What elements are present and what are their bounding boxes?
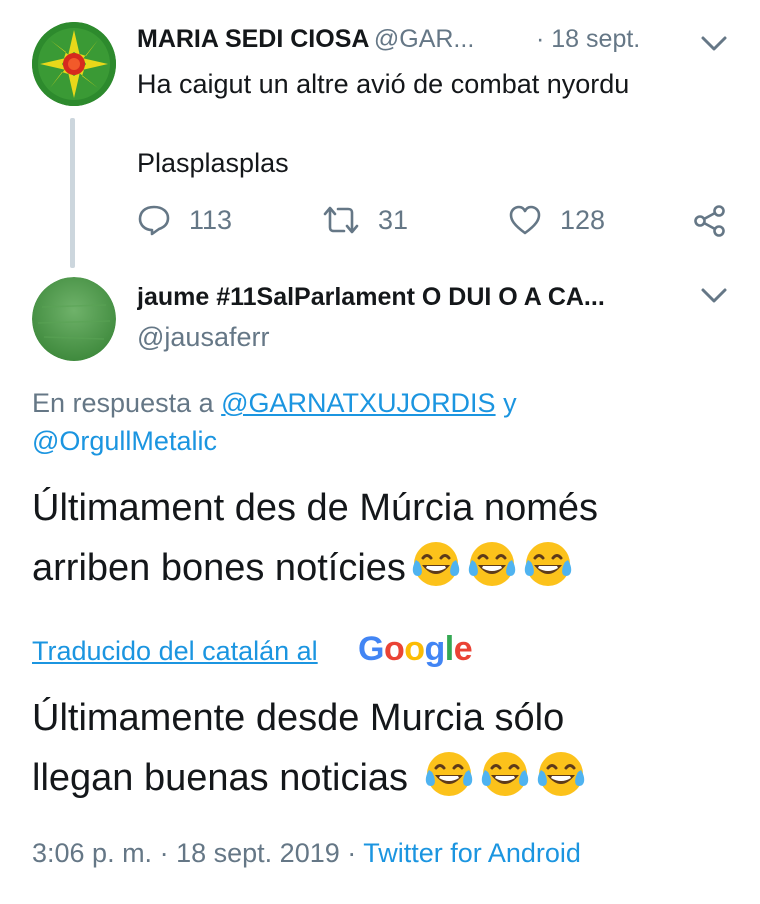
like-button[interactable]: 128 bbox=[508, 200, 605, 240]
thread-line bbox=[70, 118, 75, 268]
display-name[interactable]: MARIA SEDI CIOSA bbox=[137, 25, 369, 53]
display-name[interactable]: jaume #11SalParlament O DUI O A CA... bbox=[137, 283, 605, 311]
crying-laughing-emoji bbox=[522, 538, 574, 590]
tweet2-text-line1: Últimament des de Múrcia només bbox=[32, 487, 598, 529]
translation-line2: llegan buenas noticias bbox=[32, 757, 409, 799]
separator-dot: · bbox=[536, 25, 545, 53]
retweet-count: 31 bbox=[378, 204, 409, 235]
crying-laughing-emoji bbox=[423, 748, 475, 800]
tweet1-text-line2: Plasplasplas bbox=[137, 148, 289, 178]
tweet2-header: jaume #11SalParlament O DUI O A CA... bbox=[137, 283, 667, 312]
crying-laughing-emoji bbox=[466, 538, 518, 590]
translated-from-link[interactable]: Traducido del catalán al bbox=[32, 636, 318, 666]
chevron-down-icon[interactable] bbox=[697, 285, 731, 307]
crying-laughing-emoji bbox=[479, 748, 531, 800]
crying-laughing-emoji bbox=[535, 748, 587, 800]
tweet1-header: MARIA SEDI CIOSA @GAR... bbox=[137, 25, 557, 59]
like-icon bbox=[509, 205, 541, 235]
tweet-time: 3:06 p. m. bbox=[32, 838, 153, 868]
user-handle[interactable]: @jausaferr bbox=[137, 322, 269, 353]
avatar-image bbox=[32, 277, 116, 361]
tweet-full-date: 18 sept. 2019 bbox=[176, 838, 340, 868]
mention-link-garnatxujordis[interactable]: @GARNATXUJORDIS bbox=[221, 388, 495, 418]
client-link[interactable]: Twitter for Android bbox=[363, 838, 581, 868]
google-logo: Google bbox=[358, 630, 473, 668]
reply-prefix: En respuesta a bbox=[32, 388, 214, 418]
reply-button[interactable]: 113 bbox=[137, 200, 232, 240]
reply-icon bbox=[138, 205, 170, 236]
chevron-down-icon[interactable] bbox=[697, 33, 731, 55]
share-icon[interactable] bbox=[692, 203, 728, 239]
emoji-group bbox=[406, 542, 574, 589]
tweet2-text: Últimament des de Múrcia només arriben b… bbox=[32, 478, 598, 598]
user-handle[interactable]: @GAR... bbox=[374, 25, 474, 53]
translation-label: Traducido del catalán al bbox=[32, 636, 318, 667]
tweet1-text-line1: Ha caigut un altre avió de combat nyordu bbox=[137, 69, 630, 99]
tweet-footer: 3:06 p. m. · 18 sept. 2019 · Twitter for… bbox=[32, 838, 581, 869]
reply-context: En respuesta a @GARNATXUJORDIS y @Orgull… bbox=[32, 384, 517, 460]
footer-dot: · bbox=[347, 838, 357, 868]
retweet-icon bbox=[323, 206, 359, 234]
retweet-button[interactable]: 31 bbox=[322, 200, 408, 240]
avatar-jaume[interactable] bbox=[32, 277, 116, 361]
footer-dot: · bbox=[159, 838, 169, 868]
reply-count: 113 bbox=[189, 204, 233, 235]
translation-text: Últimamente desde Murcia sólo llegan bue… bbox=[32, 688, 587, 808]
reply-and: y bbox=[503, 388, 517, 418]
translation-line1: Últimamente desde Murcia sólo bbox=[32, 697, 565, 739]
mention-link-orgullmetalic[interactable]: @OrgullMetalic bbox=[32, 426, 217, 456]
avatar-image bbox=[32, 22, 116, 106]
tweet2-text-line2: arriben bones notícies bbox=[32, 547, 406, 589]
emoji-group bbox=[419, 752, 587, 799]
avatar-maria[interactable] bbox=[32, 22, 116, 106]
tweet1-time: · 18 sept. bbox=[536, 25, 640, 54]
tweet-date[interactable]: 18 sept. bbox=[551, 25, 640, 53]
like-count: 128 bbox=[560, 204, 606, 235]
crying-laughing-emoji bbox=[410, 538, 462, 590]
